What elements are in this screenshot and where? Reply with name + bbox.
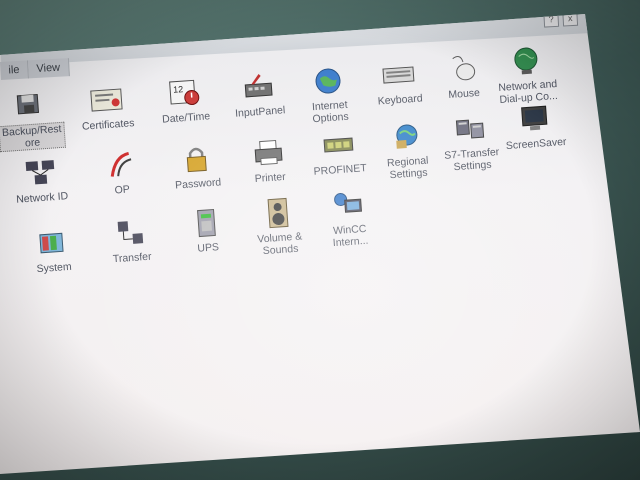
item-certificates[interactable]: Certificates [66, 82, 147, 133]
printer-icon [250, 137, 286, 169]
item-printer[interactable]: Printer [228, 135, 309, 186]
item-label: PROFINET [313, 162, 368, 178]
item-network-id[interactable]: Network ID [0, 155, 81, 206]
wincc-icon [330, 189, 366, 221]
item-internet-options[interactable]: Internet Options [288, 63, 370, 126]
item-label: Transfer [112, 250, 152, 266]
item-date-time[interactable]: 12 Date/Time [144, 75, 225, 126]
backup-icon [12, 89, 48, 121]
item-screensaver[interactable]: ScreenSaver [494, 101, 575, 152]
calendar-clock-icon: 12 [166, 77, 202, 109]
item-label: Keyboard [377, 92, 424, 108]
network-id-icon [22, 157, 58, 189]
item-label: InputPanel [234, 104, 286, 120]
op-icon [102, 149, 138, 181]
speaker-icon [260, 197, 296, 229]
item-label: WinCC Intern... [332, 222, 369, 250]
item-system[interactable]: System [12, 225, 93, 276]
keyboard-icon [380, 59, 416, 91]
ups-icon [188, 207, 224, 239]
globe-icon [310, 65, 346, 97]
item-op[interactable]: OP [80, 147, 161, 198]
item-label: Certificates [81, 117, 135, 133]
item-label: Date/Time [161, 110, 211, 126]
padlock-icon [178, 143, 214, 175]
system-icon [34, 227, 70, 259]
item-ups[interactable]: UPS [166, 205, 247, 256]
item-wincc-internet[interactable]: WinCC Intern... [308, 187, 390, 250]
item-label: Password [174, 176, 222, 192]
svg-text:12: 12 [173, 84, 184, 95]
profinet-icon [320, 129, 356, 161]
transfer-icon [112, 217, 148, 249]
item-volume-sounds[interactable]: Volume & Sounds [238, 195, 320, 258]
item-label: S7-Transfer Settings [443, 146, 500, 174]
item-label: Volume & Sounds [256, 230, 303, 258]
mouse-icon [444, 53, 480, 85]
icon-area: Backup/Rest ore Certificates 12 Date/Tim… [0, 14, 640, 474]
item-label: Printer [254, 170, 287, 186]
item-label: System [36, 260, 73, 276]
item-backup-restore[interactable]: Backup/Rest ore [0, 87, 72, 153]
network-globe-icon [508, 45, 544, 77]
item-label: Internet Options [311, 98, 350, 126]
input-panel-icon [240, 71, 276, 103]
item-input-panel[interactable]: InputPanel [218, 69, 299, 120]
item-label: Regional Settings [386, 154, 429, 182]
regional-globe-icon [388, 121, 424, 153]
item-label: Network and Dial-up Co... [497, 77, 559, 106]
certificates-icon [88, 84, 124, 116]
item-label: Mouse [448, 86, 481, 102]
control-panel-window: ? x ile View Backup/Rest ore Certificate… [0, 14, 640, 474]
item-label: Network ID [15, 190, 69, 206]
s7-transfer-icon [452, 113, 488, 145]
item-label: ScreenSaver [505, 135, 567, 153]
monitor-icon [516, 103, 552, 135]
item-label: Backup/Rest ore [0, 121, 66, 153]
item-network-dialup[interactable]: Network and Dial-up Co... [486, 43, 568, 106]
item-label: OP [114, 183, 131, 197]
item-password[interactable]: Password [156, 141, 237, 192]
item-label: UPS [196, 241, 220, 255]
item-transfer[interactable]: Transfer [90, 215, 171, 266]
